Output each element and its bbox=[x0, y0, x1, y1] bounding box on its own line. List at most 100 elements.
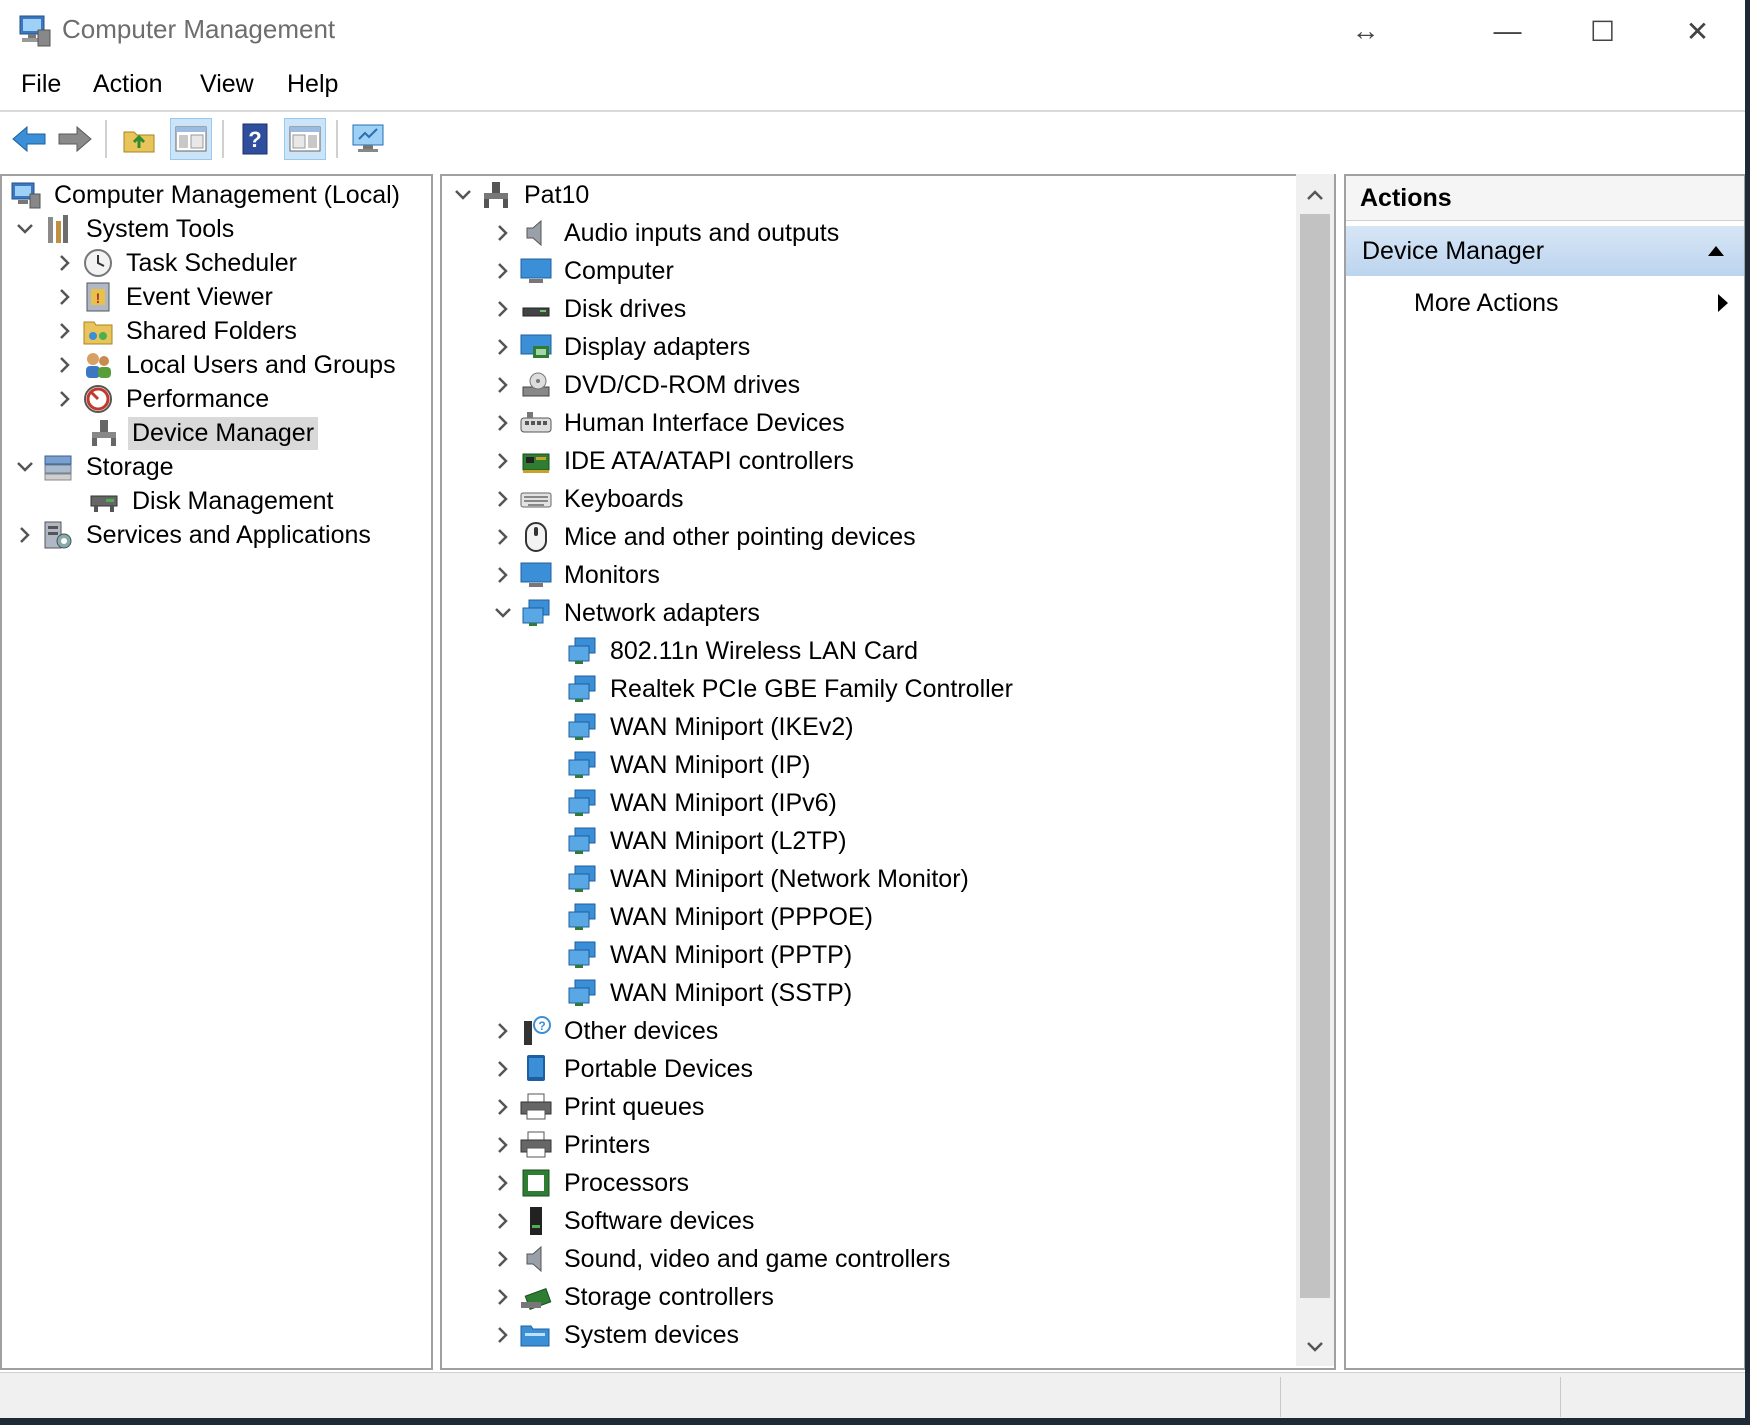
chevron-right-icon[interactable] bbox=[488, 1316, 518, 1354]
minimize-button[interactable]: — bbox=[1460, 0, 1555, 62]
device-tree-root[interactable]: Pat10 bbox=[448, 176, 593, 214]
menu-help[interactable]: Help bbox=[283, 68, 342, 101]
device-category[interactable]: Human Interface Devices bbox=[488, 404, 849, 442]
tree-item-shared-folders[interactable]: Shared Folders bbox=[50, 312, 301, 350]
menu-file[interactable]: File bbox=[17, 68, 65, 101]
device-category[interactable]: ? Other devices bbox=[488, 1012, 722, 1050]
scroll-up-icon[interactable] bbox=[1296, 176, 1334, 214]
tree-item-local-users-and-groups[interactable]: Local Users and Groups bbox=[50, 346, 400, 384]
sound-icon bbox=[518, 1241, 554, 1277]
chevron-right-icon[interactable] bbox=[488, 1240, 518, 1278]
chevron-right-icon[interactable] bbox=[50, 346, 80, 384]
menu-action[interactable]: Action bbox=[89, 68, 166, 101]
network-adapter-item[interactable]: WAN Miniport (IKEv2) bbox=[564, 708, 858, 746]
network-adapter-item[interactable]: 802.11n Wireless LAN Card bbox=[564, 632, 922, 670]
tree-item-system-tools[interactable]: System Tools bbox=[10, 210, 238, 248]
close-button[interactable]: ✕ bbox=[1650, 0, 1745, 62]
device-category[interactable]: Monitors bbox=[488, 556, 664, 594]
device-category[interactable]: Mice and other pointing devices bbox=[488, 518, 920, 556]
maximize-button[interactable]: ☐ bbox=[1555, 0, 1650, 62]
chevron-down-icon[interactable] bbox=[488, 594, 518, 632]
scroll-down-icon[interactable] bbox=[1296, 1328, 1334, 1366]
more-actions-item[interactable]: More Actions bbox=[1346, 282, 1744, 324]
chevron-right-icon[interactable] bbox=[50, 312, 80, 350]
display-adapter-icon bbox=[518, 329, 554, 365]
window-bottom-edge bbox=[0, 1418, 1750, 1425]
chevron-right-icon[interactable] bbox=[488, 328, 518, 366]
chevron-right-icon[interactable] bbox=[50, 380, 80, 418]
chevron-down-icon[interactable] bbox=[10, 448, 40, 486]
chevron-right-icon[interactable] bbox=[488, 1012, 518, 1050]
scrollbar-thumb[interactable] bbox=[1300, 214, 1330, 1298]
chevron-right-icon[interactable] bbox=[488, 214, 518, 252]
chevron-down-icon[interactable] bbox=[10, 210, 40, 248]
software-device-icon bbox=[518, 1203, 554, 1239]
chevron-right-icon[interactable] bbox=[50, 278, 80, 316]
tree-item-storage[interactable]: Storage bbox=[10, 448, 178, 486]
device-category[interactable]: Portable Devices bbox=[488, 1050, 757, 1088]
monitor-properties-icon[interactable] bbox=[348, 118, 390, 160]
tree-item-performance[interactable]: Performance bbox=[50, 380, 273, 418]
tree-item-disk-management[interactable]: Disk Management bbox=[86, 482, 337, 520]
show-hide-console-tree-icon[interactable] bbox=[170, 118, 212, 160]
device-category-network-adapters[interactable]: Network adapters bbox=[488, 594, 764, 632]
help-icon[interactable]: ? bbox=[234, 118, 276, 160]
network-adapter-item[interactable]: WAN Miniport (PPPOE) bbox=[564, 898, 877, 936]
device-category[interactable]: Audio inputs and outputs bbox=[488, 214, 843, 252]
chevron-right-icon[interactable] bbox=[488, 556, 518, 594]
chevron-right-icon[interactable] bbox=[488, 1126, 518, 1164]
device-category[interactable]: Display adapters bbox=[488, 328, 754, 366]
tree-item-event-viewer[interactable]: ! Event Viewer bbox=[50, 278, 277, 316]
device-tree-label: WAN Miniport (L2TP) bbox=[610, 826, 847, 855]
chevron-right-icon[interactable] bbox=[488, 442, 518, 480]
device-category[interactable]: Storage controllers bbox=[488, 1278, 778, 1316]
chevron-right-icon[interactable] bbox=[10, 516, 40, 554]
network-adapter-item[interactable]: WAN Miniport (Network Monitor) bbox=[564, 860, 973, 898]
network-adapter-item[interactable]: WAN Miniport (SSTP) bbox=[564, 974, 856, 1012]
device-category[interactable]: Software devices bbox=[488, 1202, 758, 1240]
chevron-right-icon[interactable] bbox=[488, 404, 518, 442]
device-category[interactable]: Sound, video and game controllers bbox=[488, 1240, 954, 1278]
tree-item-task-scheduler[interactable]: Task Scheduler bbox=[50, 244, 301, 282]
chevron-right-icon[interactable] bbox=[488, 252, 518, 290]
chevron-right-icon[interactable] bbox=[488, 1202, 518, 1240]
network-adapter-icon bbox=[518, 595, 554, 631]
network-adapter-item[interactable]: Realtek PCIe GBE Family Controller bbox=[564, 670, 1017, 708]
keyboard-icon bbox=[518, 481, 554, 517]
device-category[interactable]: Printers bbox=[488, 1126, 654, 1164]
device-category[interactable]: Disk drives bbox=[488, 290, 690, 328]
tree-item-services-and-applications[interactable]: Services and Applications bbox=[10, 516, 375, 554]
device-tree-label: Network adapters bbox=[564, 598, 760, 627]
chevron-right-icon[interactable] bbox=[488, 480, 518, 518]
device-category[interactable]: Processors bbox=[488, 1164, 693, 1202]
device-category[interactable]: Print queues bbox=[488, 1088, 708, 1126]
device-category[interactable]: System devices bbox=[488, 1316, 743, 1354]
processor-icon bbox=[518, 1165, 554, 1201]
chevron-right-icon[interactable] bbox=[488, 366, 518, 404]
chevron-down-icon[interactable] bbox=[448, 176, 478, 214]
chevron-right-icon[interactable] bbox=[488, 1050, 518, 1088]
back-arrow-icon[interactable] bbox=[8, 118, 50, 160]
chevron-right-icon[interactable] bbox=[50, 244, 80, 282]
chevron-right-icon[interactable] bbox=[488, 1164, 518, 1202]
tree-item-computer-management-local[interactable]: Computer Management (Local) bbox=[8, 176, 404, 214]
device-category[interactable]: Keyboards bbox=[488, 480, 688, 518]
chevron-right-icon[interactable] bbox=[488, 290, 518, 328]
actions-section-device-manager[interactable]: Device Manager bbox=[1346, 226, 1744, 276]
chevron-right-icon[interactable] bbox=[488, 1088, 518, 1126]
up-folder-icon[interactable] bbox=[118, 118, 160, 160]
device-category[interactable]: DVD/CD-ROM drives bbox=[488, 366, 804, 404]
tree-item-device-manager[interactable]: Device Manager bbox=[86, 414, 319, 452]
network-adapter-item[interactable]: WAN Miniport (L2TP) bbox=[564, 822, 851, 860]
network-adapter-item[interactable]: WAN Miniport (IP) bbox=[564, 746, 814, 784]
device-category[interactable]: Computer bbox=[488, 252, 678, 290]
show-hide-action-pane-icon[interactable] bbox=[284, 118, 326, 160]
menu-view[interactable]: View bbox=[196, 68, 258, 101]
collapse-triangle-icon[interactable] bbox=[1706, 242, 1726, 263]
network-adapter-item[interactable]: WAN Miniport (IPv6) bbox=[564, 784, 841, 822]
network-adapter-item[interactable]: WAN Miniport (PPTP) bbox=[564, 936, 856, 974]
chevron-right-icon[interactable] bbox=[488, 1278, 518, 1316]
device-category[interactable]: IDE ATA/ATAPI controllers bbox=[488, 442, 858, 480]
forward-arrow-icon[interactable] bbox=[54, 118, 96, 160]
chevron-right-icon[interactable] bbox=[488, 518, 518, 556]
